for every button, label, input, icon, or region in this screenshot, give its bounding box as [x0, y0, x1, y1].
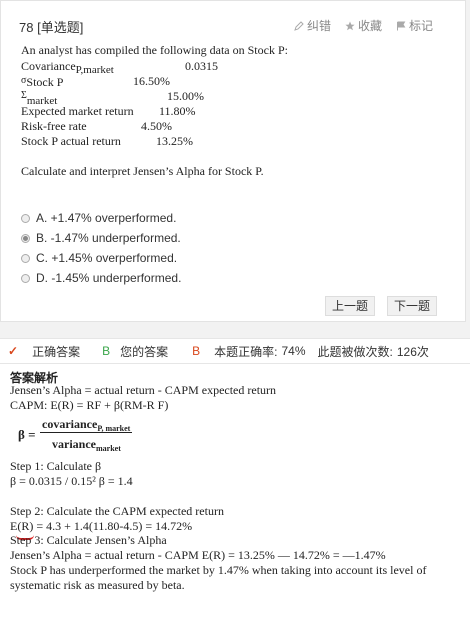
data-row-risk-free: Risk-free rate	[21, 119, 87, 133]
question-intro: An analyst has compiled the following da…	[21, 43, 288, 57]
option-c[interactable]: C. +1.45% overperformed.	[21, 248, 181, 268]
data-value-covariance: 0.0315	[185, 59, 218, 73]
check-icon: ✓	[8, 344, 19, 358]
question-prompt: Calculate and interpret Jensen’s Alpha f…	[21, 164, 264, 178]
answer-status-bar: ✓ 正确答案 B 您的答案 B 本题正确率: 74% 此题被做次数: 126次	[0, 338, 470, 364]
radio-a[interactable]	[21, 213, 30, 223]
explanation-line-1: Jensen’s Alpha = actual return - CAPM ex…	[10, 383, 277, 397]
data-value-risk-free: 4.50%	[141, 119, 172, 133]
report-error-label: 纠错	[306, 19, 331, 33]
next-question-button[interactable]: 下一题	[387, 296, 438, 316]
fraction-bar	[40, 432, 132, 433]
data-value-actual-return: 13.25%	[156, 134, 193, 148]
your-answer-value: B	[192, 344, 201, 358]
your-answer-label: 您的答案	[120, 344, 169, 359]
favorite-label: 收藏	[357, 19, 382, 33]
data-row-stock-p-sigma: σStock P	[21, 75, 64, 89]
option-d-label: D. -1.45% underperformed.	[36, 271, 182, 285]
pencil-icon	[294, 20, 304, 31]
step-3-conclusion-1: Stock P has underperformed the market by…	[10, 563, 427, 577]
step-2-title: Step 2: Calculate the CAPM expected retu…	[10, 504, 224, 518]
radio-b[interactable]	[21, 233, 30, 243]
beta-denominator: variancemarket	[52, 437, 121, 453]
step-2-calc: E(R) = 4.3 + 1.4(11.80-4.5) = 14.72%	[10, 519, 193, 533]
question-card: 78 [单选题] 纠错 收藏 标记 An analyst has compile…	[0, 0, 466, 322]
option-b[interactable]: B. -1.47% underperformed.	[21, 228, 181, 248]
question-tools: 纠错 收藏 标记	[294, 17, 433, 34]
option-a-label: A. +1.47% overperformed.	[36, 211, 177, 225]
option-a[interactable]: A. +1.47% overperformed.	[21, 208, 181, 228]
question-type: [单选题]	[37, 20, 84, 35]
mark-button[interactable]: 标记	[396, 17, 433, 34]
data-row-covariance: CovarianceP,market	[21, 59, 114, 76]
step-3-conclusion-2: systematic risk as measured by beta.	[10, 578, 185, 592]
accuracy-value: 74%	[281, 344, 306, 358]
question-header: 78 [单选题]	[19, 17, 83, 36]
correct-answer-value: B	[102, 344, 111, 358]
flag-icon	[396, 21, 406, 30]
step-3-title: Step 3: Calculate Jensen’s Alpha	[10, 533, 167, 547]
option-b-label: B. -1.47% underperformed.	[36, 231, 181, 245]
favorite-button[interactable]: 收藏	[345, 17, 382, 34]
step-1-title: Step 1: Calculate β	[10, 459, 102, 473]
option-c-label: C. +1.45% overperformed.	[36, 251, 178, 265]
data-value-market-sigma: 15.00%	[167, 89, 204, 103]
step-1-calc: β = 0.0315 / 0.15² β = 1.4	[10, 474, 133, 488]
report-error-button[interactable]: 纠错	[294, 17, 331, 34]
explanation-line-2: CAPM: E(R) = RF + β(RM-R F)	[10, 398, 169, 412]
data-row-expected-return: Expected market return	[21, 104, 134, 118]
attempts-label: 此题被做次数:	[317, 344, 393, 359]
data-value-stock-p-sigma: 16.50%	[133, 74, 170, 88]
step-3-calc: Jensen’s Alpha = actual return - CAPM E(…	[10, 548, 386, 562]
star-icon	[345, 21, 355, 30]
radio-c[interactable]	[21, 253, 30, 263]
data-value-expected-return: 11.80%	[159, 104, 196, 118]
attempts-value: 126次	[396, 344, 429, 359]
beta-symbol: β =	[18, 427, 36, 442]
beta-numerator: covarianceP, market	[42, 417, 131, 433]
accuracy-label: 本题正确率:	[214, 344, 278, 359]
option-d[interactable]: D. -1.45% underperformed.	[21, 268, 181, 288]
data-row-actual-return: Stock P actual return	[21, 134, 121, 148]
prev-question-button[interactable]: 上一题	[325, 296, 376, 316]
mark-label: 标记	[408, 19, 433, 33]
radio-d[interactable]	[21, 273, 30, 283]
answer-options: A. +1.47% overperformed. B. -1.47% under…	[21, 208, 181, 288]
explanation-panel: 答案解析 Jensen’s Alpha = actual return - CA…	[0, 364, 470, 620]
question-number: 78	[19, 20, 34, 35]
correct-answer-label: 正确答案	[32, 344, 81, 359]
